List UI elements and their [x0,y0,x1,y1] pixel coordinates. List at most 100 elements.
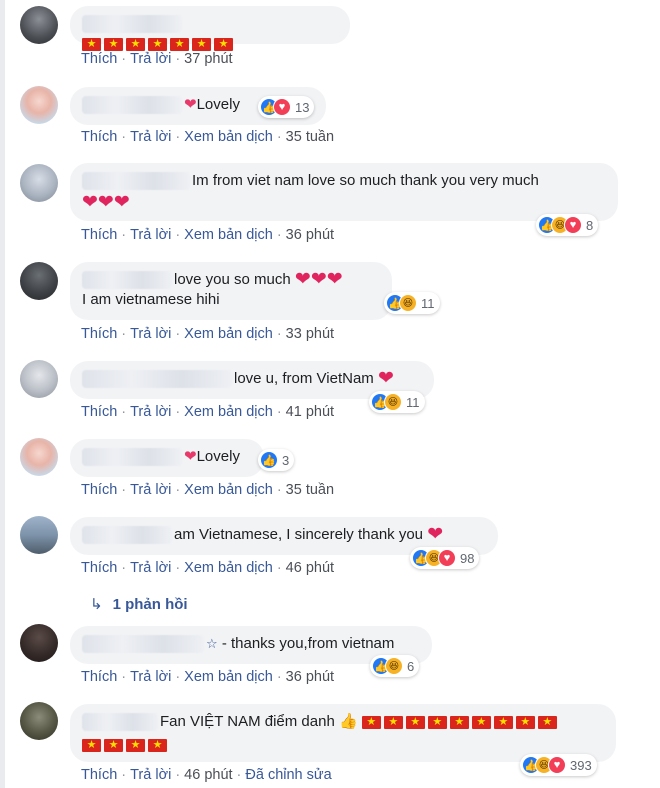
love-reaction-icon: ♥ [273,98,291,116]
comment-time[interactable]: 41 phút [286,404,334,420]
heart-icon: ❤ [427,524,444,546]
comment-bubble: ❤Lovely [70,439,264,477]
translate-link[interactable]: Xem bản dịch [184,404,273,420]
heart-icon: ❤ [326,269,343,291]
comment-time[interactable]: 37 phút [184,51,232,67]
reaction-count: 11 [406,394,420,410]
reaction-summary[interactable]: 👍 😆 ♥ 98 [410,547,480,569]
comment-text: Im from viet nam love so much thank you … [192,172,539,190]
comment-text: - thanks you,from vietnam [221,635,395,653]
avatar[interactable] [20,86,58,124]
reaction-summary[interactable]: 👍 😆 6 [370,655,420,677]
reply-link[interactable]: Trả lời [130,767,171,783]
vietnam-flag-icon [82,35,101,53]
translate-link[interactable]: Xem bản dịch [184,227,273,243]
reaction-summary[interactable]: 👍 😆 ♥ 393 [520,754,597,776]
translate-link[interactable]: Xem bản dịch [184,669,273,685]
view-replies-link[interactable]: ↳ 1 phản hồi [90,595,188,613]
replies-count-label: 1 phản hồi [112,596,188,613]
comment-text: Lovely [196,448,240,466]
haha-reaction-icon: 😆 [385,657,403,675]
heart-icon: ❤ [113,192,130,214]
reply-link[interactable]: Trả lời [130,227,171,243]
comment-actions: Thích · Trả lời · Xem bản dịch · 33 phút [81,326,335,342]
commenter-name[interactable] [82,96,182,115]
comment-time[interactable]: 36 phút [286,669,334,685]
edited-label[interactable]: Đã chỉnh sửa [245,767,331,783]
heart-icon: ❤ [310,269,327,291]
comment-time[interactable]: 36 phút [286,227,334,243]
comment-actions: Thích · Trả lời · Xem bản dịch · 46 phút [81,560,335,576]
comment-time[interactable]: 46 phút [286,560,334,576]
translate-link[interactable]: Xem bản dịch [184,129,273,145]
love-reaction-icon: ♥ [548,756,566,774]
comment-actions: Thích · Trả lời · Xem bản dịch · 35 tuần [81,129,335,145]
reaction-summary[interactable]: 👍 😆 ♥ 8 [536,214,599,236]
reaction-summary[interactable]: 👍 ♥ 13 [258,96,315,118]
comment-text: love you so much [174,271,291,289]
avatar[interactable] [20,516,58,554]
like-link[interactable]: Thích [81,51,117,67]
comment-bubble: Im from viet nam love so much thank you … [70,163,618,221]
translate-link[interactable]: Xem bản dịch [184,560,273,576]
reaction-count: 8 [586,217,594,233]
vietnam-flag-icon [427,713,447,731]
comment-bubble [70,6,350,53]
avatar[interactable] [20,262,58,300]
avatar[interactable] [20,624,58,662]
vietnam-flag-icon [214,35,233,53]
like-link[interactable]: Thích [81,129,117,145]
star-icon: ☆ [206,636,218,652]
reply-link[interactable]: Trả lời [130,404,171,420]
commenter-name[interactable] [82,448,182,467]
reaction-summary[interactable]: 👍 😆 11 [384,292,440,314]
comment-time[interactable]: 35 tuần [286,129,334,145]
like-reaction-icon: 👍 [260,451,278,469]
reply-link[interactable]: Trả lời [130,51,171,67]
commenter-name[interactable] [82,713,158,732]
vietnam-flag-icon [126,736,145,754]
like-link[interactable]: Thích [81,767,117,783]
commenter-name[interactable] [82,526,172,545]
avatar[interactable] [20,438,58,476]
reply-link[interactable]: Trả lời [130,129,171,145]
commenter-name[interactable] [82,172,190,191]
reply-link[interactable]: Trả lời [130,482,171,498]
thumbs-up-icon: 👍 [338,713,358,731]
translate-link[interactable]: Xem bản dịch [184,482,273,498]
vietnam-flag-icon [148,35,167,53]
like-link[interactable]: Thích [81,404,117,420]
translate-link[interactable]: Xem bản dịch [184,326,273,342]
commenter-name[interactable] [82,271,172,290]
comment-text-line2: I am vietnamese hihi [82,291,220,309]
like-link[interactable]: Thích [81,227,117,243]
avatar[interactable] [20,702,58,740]
commenter-name[interactable] [82,635,204,654]
comment-time[interactable]: 33 phút [286,326,334,342]
reaction-summary[interactable]: 👍 😆 11 [369,391,425,413]
reply-link[interactable]: Trả lời [130,669,171,685]
reaction-count: 3 [282,452,290,468]
comment-time[interactable]: 46 phút [184,767,232,783]
vietnam-flag-icon [449,713,469,731]
reaction-count: 13 [295,99,310,115]
commenter-name[interactable] [82,370,232,389]
reaction-count: 11 [421,295,435,311]
avatar[interactable] [20,6,58,44]
like-link[interactable]: Thích [81,560,117,576]
heart-icon: ❤ [97,192,114,214]
love-reaction-icon: ♥ [564,216,582,234]
comment-text: love u, from VietNam [234,370,374,388]
vietnam-flags [361,712,560,732]
commenter-name[interactable] [82,15,182,34]
reply-link[interactable]: Trả lời [130,560,171,576]
reply-link[interactable]: Trả lời [130,326,171,342]
comment-actions: Thích · Trả lời · Xem bản dịch · 41 phút [81,404,335,420]
avatar[interactable] [20,360,58,398]
comment-time[interactable]: 35 tuần [286,482,334,498]
like-link[interactable]: Thích [81,669,117,685]
reaction-summary[interactable]: 👍 3 [258,449,295,471]
avatar[interactable] [20,164,58,202]
like-link[interactable]: Thích [81,482,117,498]
like-link[interactable]: Thích [81,326,117,342]
